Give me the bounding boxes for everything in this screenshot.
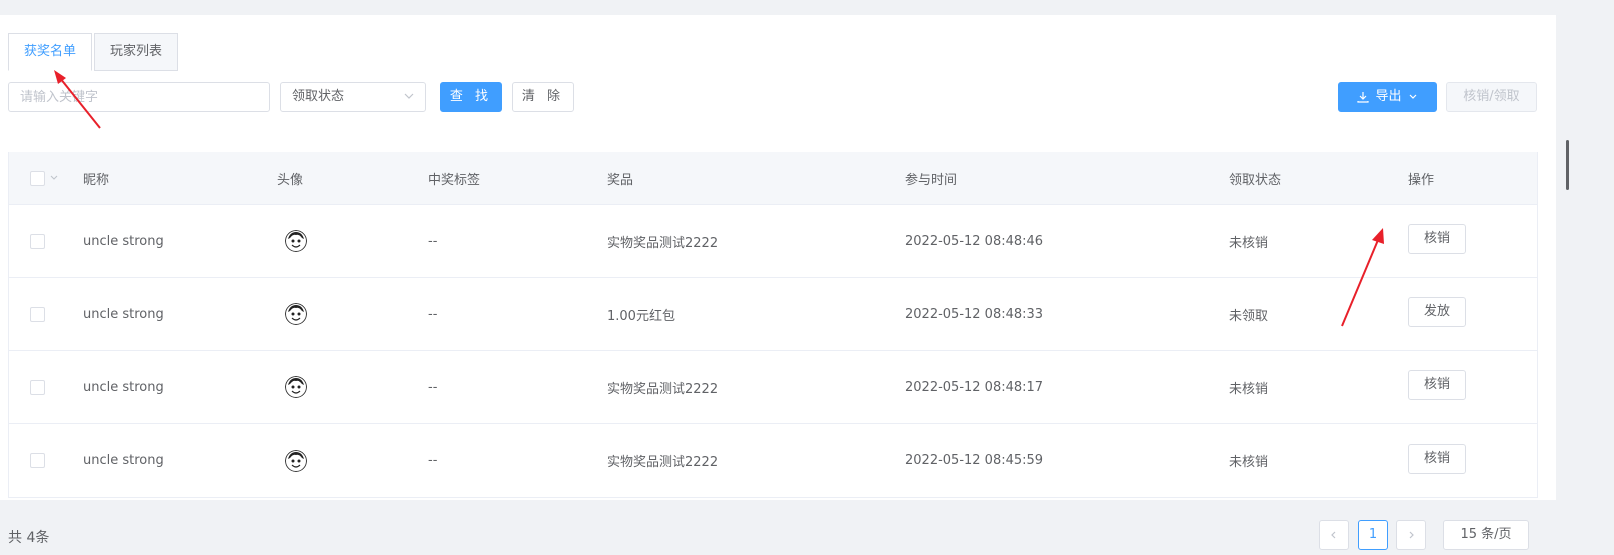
tab-bar: 获奖名单 玩家列表 — [8, 33, 180, 71]
chevron-down-icon — [404, 93, 414, 99]
chevron-left-icon — [1331, 531, 1336, 539]
prize: 1.00元红包 — [607, 308, 675, 324]
table-row: uncle strong -- 实物奖品测试2222 2022-05-12 08… — [9, 205, 1537, 278]
nickname: uncle strong — [83, 379, 164, 395]
claim-status: 未核销 — [1229, 381, 1269, 397]
avatar-cell — [277, 351, 307, 423]
join-time: 2022-05-12 08:45:59 — [905, 453, 1044, 468]
select-all-checkbox[interactable] — [30, 170, 45, 186]
export-button-label: 导出 — [1375, 89, 1402, 104]
claim-status-select-label: 领取状态 — [292, 89, 345, 104]
next-page-button[interactable] — [1396, 520, 1426, 550]
main-card: 获奖名单 玩家列表 领取状态 查 找 清 除 导出 核销/领取 昵称 头像 中奖… — [0, 15, 1556, 500]
verify-claim-button[interactable]: 核销/领取 — [1446, 82, 1537, 112]
prize: 实物奖品测试2222 — [607, 381, 719, 397]
prize-tag: -- — [428, 306, 438, 322]
avatar — [285, 230, 307, 252]
table-row: uncle strong -- 实物奖品测试2222 2022-05-12 08… — [9, 424, 1537, 497]
row-select — [30, 278, 45, 350]
row-select — [30, 351, 45, 423]
header-prize: 奖品 — [607, 172, 634, 188]
header-action: 操作 — [1408, 172, 1435, 188]
join-time: 2022-05-12 08:48:46 — [905, 233, 1044, 249]
table-row: uncle strong -- 实物奖品测试2222 2022-05-12 08… — [9, 351, 1537, 424]
row-checkbox[interactable] — [30, 306, 45, 322]
row-select — [30, 205, 45, 277]
action-cell: 核销 — [1408, 351, 1466, 423]
table-header: 昵称 头像 中奖标签 奖品 参与时间 领取状态 操作 — [9, 152, 1537, 205]
toolbar: 领取状态 查 找 清 除 导出 核销/领取 — [8, 82, 1538, 114]
join-time: 2022-05-12 08:48:33 — [905, 306, 1044, 322]
verify-button[interactable]: 核销 — [1408, 370, 1466, 400]
download-icon — [1357, 92, 1370, 103]
tab-winners[interactable]: 获奖名单 — [8, 33, 93, 71]
total-count: 共 4条 — [8, 530, 50, 546]
header-nickname: 昵称 — [83, 172, 110, 188]
row-checkbox[interactable] — [30, 233, 45, 249]
row-checkbox[interactable] — [30, 379, 45, 395]
clear-button[interactable]: 清 除 — [512, 82, 574, 112]
prize-tag: -- — [428, 453, 438, 468]
page-size-select[interactable]: 15 条/页 — [1443, 520, 1529, 550]
join-time: 2022-05-12 08:48:17 — [905, 379, 1044, 395]
avatar — [285, 376, 307, 398]
prize: 实物奖品测试2222 — [607, 235, 719, 251]
chevron-right-icon — [1409, 531, 1414, 539]
prize-tag: -- — [428, 379, 438, 395]
issue-button[interactable]: 发放 — [1408, 297, 1466, 327]
header-time: 参与时间 — [905, 172, 958, 188]
chevron-down-icon — [50, 175, 58, 180]
row-select — [30, 424, 45, 497]
verify-button[interactable]: 核销 — [1408, 224, 1466, 254]
scrollbar-handle[interactable] — [1566, 140, 1569, 190]
claim-status: 未核销 — [1229, 455, 1269, 470]
header-status: 领取状态 — [1229, 172, 1282, 188]
verify-button[interactable]: 核销 — [1408, 443, 1466, 474]
nickname: uncle strong — [83, 233, 164, 249]
header-tag: 中奖标签 — [428, 172, 481, 188]
avatar — [285, 303, 307, 325]
avatar-cell — [277, 278, 307, 350]
action-cell: 发放 — [1408, 278, 1466, 350]
claim-status-select[interactable]: 领取状态 — [280, 82, 426, 112]
row-checkbox[interactable] — [30, 453, 45, 468]
header-avatar: 头像 — [277, 172, 304, 188]
nickname: uncle strong — [83, 453, 164, 468]
export-button[interactable]: 导出 — [1338, 82, 1437, 112]
chevron-down-icon — [1409, 94, 1416, 99]
prev-page-button[interactable] — [1319, 520, 1349, 550]
search-button[interactable]: 查 找 — [440, 82, 502, 112]
claim-status: 未领取 — [1229, 308, 1269, 324]
table-row: uncle strong -- 1.00元红包 2022-05-12 08:48… — [9, 278, 1537, 351]
winners-table: 昵称 头像 中奖标签 奖品 参与时间 领取状态 操作 uncle strong … — [8, 152, 1538, 498]
prize-tag: -- — [428, 233, 438, 249]
nickname: uncle strong — [83, 306, 164, 322]
claim-status: 未核销 — [1229, 235, 1269, 251]
prize: 实物奖品测试2222 — [607, 455, 719, 470]
page-number[interactable]: 1 — [1358, 520, 1388, 550]
action-cell: 核销 — [1408, 205, 1466, 277]
select-all[interactable] — [30, 152, 59, 204]
avatar-cell — [277, 424, 307, 497]
avatar-cell — [277, 205, 307, 277]
avatar — [285, 449, 307, 472]
tab-players[interactable]: 玩家列表 — [94, 33, 179, 71]
action-cell: 核销 — [1408, 424, 1466, 497]
keyword-input[interactable] — [8, 82, 270, 112]
